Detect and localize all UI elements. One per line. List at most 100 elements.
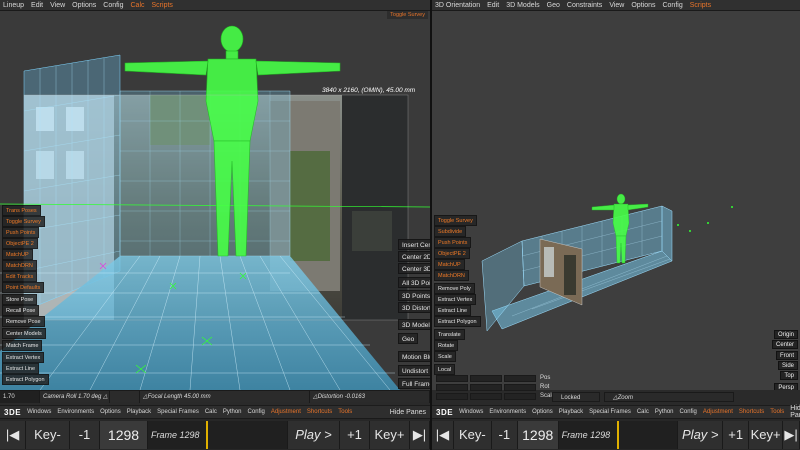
orientation-viewport[interactable]: Toggle Survey Subdivide Push Points ObjectP… (432, 11, 800, 390)
transform-field[interactable] (504, 393, 536, 400)
appmenu-shortcuts[interactable]: Shortcuts (739, 409, 764, 415)
menu-view[interactable]: View (609, 2, 624, 9)
toggle-3d-distortion-button[interactable]: 3D Distortion (398, 302, 430, 313)
appmenu-options[interactable]: Options (100, 409, 121, 415)
tool-push-points-button[interactable]: Push Points (2, 227, 40, 238)
toggle-insert-center-button[interactable]: Insert Center (398, 239, 430, 250)
zoom-field[interactable]: △Zoom (604, 392, 734, 402)
tool-extract-vertex-button[interactable]: Extract Vertex (434, 294, 477, 305)
hide-panes-button[interactable]: Hide Panes (790, 405, 800, 419)
appmenu-environments[interactable]: Environments (489, 409, 526, 415)
transform-field[interactable] (504, 384, 536, 391)
menu-calc[interactable]: Calc (131, 2, 145, 9)
frame-timeline-slider[interactable]: Frame 1298 (148, 420, 288, 449)
menu-view[interactable]: View (50, 2, 65, 9)
view-center-button[interactable]: Center (771, 340, 798, 349)
menu-config[interactable]: Config (103, 2, 123, 9)
tool-extract-line-button[interactable]: Extract Line (2, 363, 40, 374)
tool-objectpe-2-button[interactable]: ObjectPE 2 (2, 238, 38, 249)
tool-rotate-button[interactable]: Rotate (434, 340, 459, 351)
menu-options[interactable]: Options (72, 2, 96, 9)
toggle-all-3d-points-button[interactable]: All 3D Points (398, 277, 430, 288)
toggle-center-3d-button[interactable]: Center 3D (398, 263, 430, 274)
menu-edit[interactable]: Edit (31, 2, 43, 9)
toggle-full-frame-button[interactable]: Full Frame (398, 378, 430, 389)
transform-field[interactable] (436, 393, 468, 400)
tool-point-defaults-button[interactable]: Point Defaults (2, 282, 45, 293)
toggle-undistort-button[interactable]: Undistort (398, 365, 430, 376)
transform-field[interactable] (470, 384, 502, 391)
menu-options[interactable]: Options (631, 2, 655, 9)
tool-center-models-button[interactable]: Center Models (2, 328, 46, 339)
menu-scripts[interactable]: Scripts (690, 2, 711, 9)
appmenu-adjustment[interactable]: Adjustment (703, 409, 733, 415)
tool-matchdrn-button[interactable]: MatchDRN (2, 260, 37, 271)
appmenu-special-frames[interactable]: Special Frames (157, 409, 199, 415)
playhead-marker[interactable] (616, 420, 619, 449)
camera-roll-value-input[interactable]: 1.70 (0, 390, 40, 403)
tool-extract-polygon-button[interactable]: Extract Polygon (2, 374, 49, 385)
menu-scripts[interactable]: Scripts (152, 2, 173, 9)
tool-remove-poly-button[interactable]: Remove Poly (434, 283, 475, 294)
hide-panes-button[interactable]: Hide Panes (390, 409, 426, 416)
transform-field[interactable] (436, 375, 468, 382)
menu-3d-orientation[interactable]: 3D Orientation (435, 2, 480, 9)
toggle-motion-blur-button[interactable]: Motion Blur (398, 351, 430, 362)
menu-constraints[interactable]: Constraints (567, 2, 602, 9)
app-logo[interactable]: 3DE (4, 408, 21, 417)
appmenu-tools[interactable]: Tools (770, 409, 784, 415)
toggle-3d-points-button[interactable]: 3D Points (398, 290, 430, 301)
step-forward-button[interactable]: +1 (723, 420, 750, 449)
appmenu-options[interactable]: Options (532, 409, 553, 415)
tool-remove-pose-button[interactable]: Remove Pose (2, 316, 45, 327)
key-prev-button[interactable]: Key- (26, 420, 70, 449)
tool-extract-polygon-button[interactable]: Extract Polygon (434, 316, 481, 327)
locked-toggle[interactable]: Locked (552, 392, 600, 402)
menu-edit[interactable]: Edit (487, 2, 499, 9)
transform-field[interactable] (504, 375, 536, 382)
transform-field[interactable] (436, 384, 468, 391)
appmenu-python[interactable]: Python (655, 409, 674, 415)
tool-toggle-survey-button[interactable]: Toggle Survey (2, 216, 45, 227)
appmenu-special-frames[interactable]: Special Frames (589, 409, 631, 415)
tool-push-points-button[interactable]: Push Points (434, 237, 472, 248)
appmenu-windows[interactable]: Windows (459, 409, 483, 415)
tool-scale-button[interactable]: Scale (434, 351, 456, 362)
tool-extract-line-button[interactable]: Extract Line (434, 305, 472, 316)
tool-edit-tracks-button[interactable]: Edit Tracks (2, 271, 38, 282)
play-button[interactable]: Play > (288, 420, 340, 449)
key-next-button[interactable]: Key+ (370, 420, 410, 449)
frame-number-field[interactable]: 1298 (517, 420, 559, 449)
menu-geo[interactable]: Geo (547, 2, 560, 9)
menu-lineup[interactable]: Lineup (3, 2, 24, 9)
view-side-button[interactable]: Side (777, 361, 798, 370)
toggle-survey-label[interactable]: Toggle Survey (387, 11, 428, 19)
appmenu-shortcuts[interactable]: Shortcuts (307, 409, 332, 415)
app-logo[interactable]: 3DE (436, 408, 453, 417)
frame-timeline-slider[interactable]: Frame 1298 (558, 420, 679, 449)
tool-matchup-button[interactable]: MatchUP (434, 259, 465, 270)
toggle-center-2d-button[interactable]: Center 2D (398, 251, 430, 262)
appmenu-tools[interactable]: Tools (338, 409, 352, 415)
view-front-button[interactable]: Front (775, 351, 798, 360)
focal-length-label[interactable]: △Focal Length 45.00 mm (140, 390, 310, 403)
distortion-label[interactable]: △Distortion -0.0163 (310, 390, 430, 403)
appmenu-python[interactable]: Python (223, 409, 242, 415)
tool-toggle-survey-button[interactable]: Toggle Survey (434, 215, 477, 226)
tool-subdivide-button[interactable]: Subdivide (434, 226, 467, 237)
view-origin-button[interactable]: Origin (773, 330, 798, 339)
first-frame-button[interactable]: |◀ (0, 420, 26, 449)
appmenu-adjustment[interactable]: Adjustment (271, 409, 301, 415)
step-forward-button[interactable]: +1 (340, 420, 370, 449)
tool-objectpe-2-button[interactable]: ObjectPE 2 (434, 248, 470, 259)
appmenu-config[interactable]: Config (680, 409, 697, 415)
transform-field[interactable] (470, 393, 502, 400)
appmenu-playback[interactable]: Playback (127, 409, 151, 415)
playhead-marker[interactable] (206, 420, 208, 449)
toggle-3d-models-button[interactable]: 3D Models (398, 319, 430, 330)
first-frame-button[interactable]: |◀ (432, 420, 454, 449)
step-back-button[interactable]: -1 (491, 420, 518, 449)
step-back-button[interactable]: -1 (70, 420, 100, 449)
toggle-geo-button[interactable]: Geo (398, 333, 419, 344)
appmenu-playback[interactable]: Playback (559, 409, 583, 415)
